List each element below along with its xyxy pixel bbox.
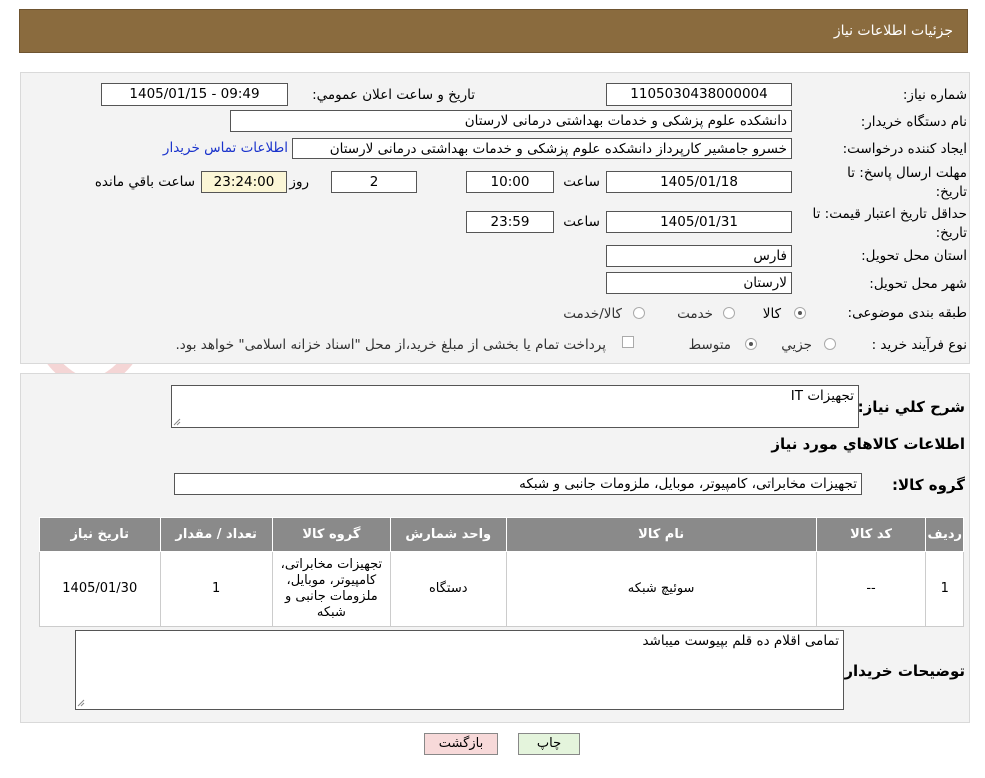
- deadline-time-field: 10:00: [466, 171, 554, 193]
- process-option-minor: جزيي: [781, 337, 812, 353]
- cell-code: --: [815, 551, 927, 627]
- validity-label-2: تاريخ:: [935, 225, 967, 241]
- creator-label: ايجاد کننده درخواست:: [842, 141, 967, 157]
- validity-date-field: 1405/01/31: [606, 211, 792, 233]
- col-header-unit: واحد شمارش: [389, 517, 507, 552]
- notes-resize-grip-icon[interactable]: [77, 699, 85, 707]
- col-header-name: نام کالا: [505, 517, 817, 552]
- col-header-group: گروه کالا: [271, 517, 391, 552]
- category-label: طبقه بندی موضوعی:: [847, 305, 967, 321]
- items-table: رديف کد کالا نام کالا واحد شمارش گروه کا…: [39, 517, 964, 627]
- cell-date: 1405/01/30: [39, 551, 161, 627]
- announce-label: تاريخ و ساعت اعلان عمومي:: [312, 87, 475, 103]
- print-button[interactable]: چاپ: [518, 733, 580, 755]
- category-radio-goods-service[interactable]: [633, 307, 645, 319]
- category-radio-goods[interactable]: [794, 307, 806, 319]
- cell-row: 1: [925, 551, 964, 627]
- deadline-label: مهلت ارسال پاسخ: تا: [847, 165, 967, 181]
- process-radio-medium[interactable]: [745, 338, 757, 350]
- process-option-medium: متوسط: [688, 337, 731, 353]
- remaining-time-field: 23:24:00: [201, 171, 287, 193]
- process-label: نوع فرآيند خريد :: [871, 337, 967, 353]
- col-header-qty: تعداد / مقدار: [159, 517, 273, 552]
- cell-name: سوئيچ شبکه: [505, 551, 817, 627]
- category-option-goods: کالا: [762, 306, 781, 322]
- process-radio-minor[interactable]: [824, 338, 836, 350]
- days-field: 2: [331, 171, 417, 193]
- items-heading: اطلاعات کالاهاي مورد نياز: [771, 435, 965, 453]
- city-field: لارستان: [606, 272, 792, 294]
- back-button[interactable]: بازگشت: [424, 733, 498, 755]
- category-option-goods-service: کالا/خدمت: [563, 306, 622, 322]
- col-header-code: کد کالا: [815, 517, 927, 552]
- resize-grip-icon[interactable]: [173, 418, 181, 426]
- province-field: فارس: [606, 245, 792, 267]
- deadline-date-field: 1405/01/18: [606, 171, 792, 193]
- province-label: استان محل تحويل:: [861, 248, 967, 264]
- creator-field: خسرو جامشیر کارپرداز دانشکده علوم پزشکی …: [292, 138, 792, 159]
- notes-field: تمامی اقلام ده قلم بپیوست میباشد: [75, 630, 844, 710]
- cell-group: تجهيزات مخابراتی، کامپيوتر، موبايل، ملزو…: [271, 551, 391, 627]
- category-radio-service[interactable]: [723, 307, 735, 319]
- col-header-date: تاريخ نياز: [39, 517, 161, 552]
- group-label: گروه کالا:: [892, 476, 965, 494]
- cell-unit: دستگاه: [389, 551, 507, 627]
- treasury-checkbox[interactable]: [622, 336, 634, 348]
- validity-time-label: ساعت: [563, 214, 600, 230]
- summary-field: تجهیزات IT: [171, 385, 859, 428]
- city-label: شهر محل تحويل:: [869, 276, 967, 292]
- buyer-contact-link[interactable]: اطلاعات تماس خريدار: [163, 140, 288, 156]
- deadline-time-label: ساعت: [563, 174, 600, 190]
- need-number-field: 1105030438000004: [606, 83, 792, 106]
- summary-label: شرح کلي نياز:: [857, 398, 965, 416]
- group-field: تجهيزات مخابراتی، کامپيوتر، موبايل، ملزو…: [174, 473, 862, 495]
- validity-label: حداقل تاريخ اعتبار قيمت: تا: [812, 206, 967, 222]
- items-table-header: رديف کد کالا نام کالا واحد شمارش گروه کا…: [39, 517, 964, 552]
- page-header: جزئيات اطلاعات نياز: [19, 9, 968, 53]
- page-title: جزئيات اطلاعات نياز: [833, 23, 953, 39]
- buyer-org-label: نام دستگاه خريدار:: [860, 114, 967, 130]
- remaining-label: ساعت باقي مانده: [94, 174, 195, 190]
- need-number-label: شماره نياز:: [902, 87, 967, 103]
- col-header-row: رديف: [925, 517, 964, 552]
- notes-label: توضيحات خريدار:: [838, 662, 965, 680]
- table-row: 1 -- سوئيچ شبکه دستگاه تجهيزات مخابراتی،…: [39, 551, 964, 627]
- validity-time-field: 23:59: [466, 211, 554, 233]
- deadline-label-2: تاريخ:: [935, 184, 967, 200]
- announce-field: 1405/01/15 - 09:49: [101, 83, 288, 106]
- buyer-org-field: دانشکده علوم پزشکی و خدمات بهداشتی درمان…: [230, 110, 792, 132]
- category-option-service: خدمت: [677, 306, 713, 322]
- cell-qty: 1: [159, 551, 273, 627]
- treasury-note: پرداخت تمام يا بخشی از مبلغ خريد،از محل …: [175, 337, 606, 353]
